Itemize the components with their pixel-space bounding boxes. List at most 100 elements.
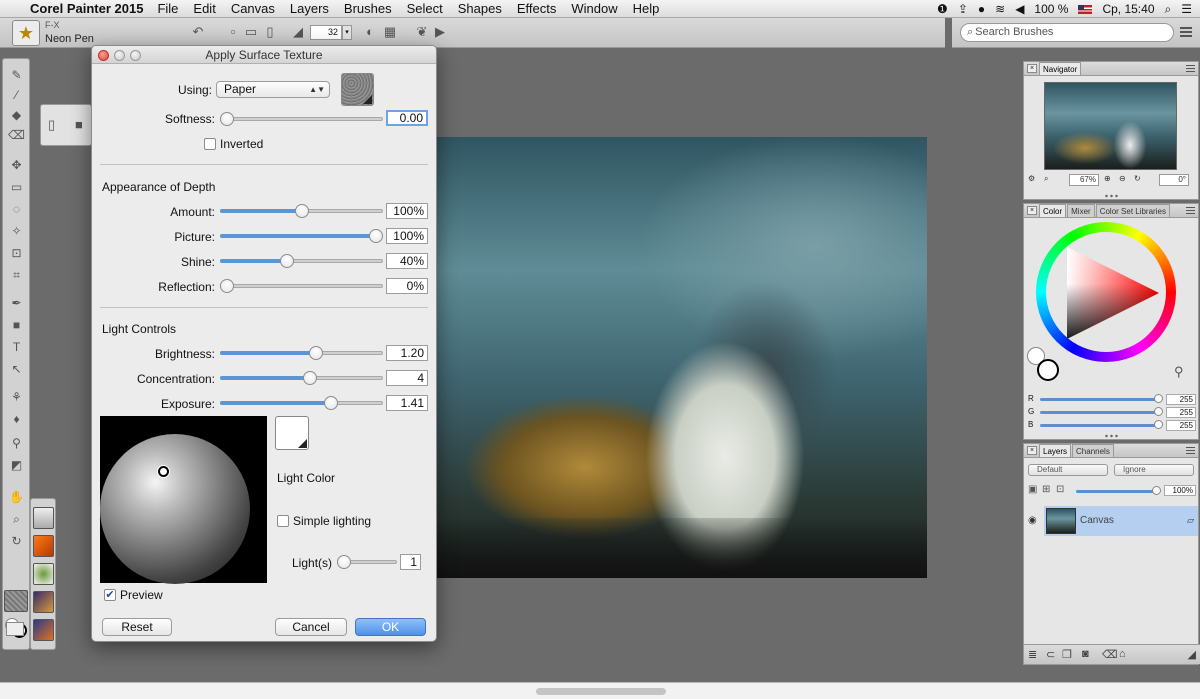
close-window-icon[interactable] xyxy=(98,50,109,61)
opacity-field[interactable]: 100% xyxy=(1164,485,1196,496)
light-preview-sphere-panel[interactable] xyxy=(100,416,267,584)
reflection-value-field[interactable]: 0% xyxy=(386,278,428,294)
ok-button[interactable]: OK xyxy=(355,618,426,636)
grabber-icon[interactable]: ✋ xyxy=(8,489,25,506)
zoom-out-icon[interactable]: ⌕ xyxy=(1044,174,1048,184)
scrollbar-thumb[interactable] xyxy=(536,688,666,695)
panel-menu-icon[interactable] xyxy=(1186,207,1195,214)
brush-size-field[interactable]: 32 xyxy=(310,25,342,40)
pen-icon[interactable]: ✒ xyxy=(8,295,25,312)
close-panel-icon[interactable]: × xyxy=(1027,206,1037,215)
grain-icon[interactable]: ▦ xyxy=(382,24,398,40)
menu-help[interactable]: Help xyxy=(633,1,660,16)
brush-size-icon[interactable]: ◢ xyxy=(290,24,306,40)
zoom-fit-icon[interactable]: ⊖ xyxy=(1119,174,1126,183)
delete-layer-icon[interactable]: ⌫ xyxy=(1102,648,1118,661)
canvas-photo[interactable] xyxy=(435,137,927,578)
menu-canvas[interactable]: Canvas xyxy=(231,1,275,16)
divine-proportion-icon[interactable]: ◩ xyxy=(8,457,25,474)
simple-lighting-checkbox[interactable] xyxy=(277,515,289,527)
save-icon[interactable]: ■ xyxy=(75,117,83,132)
shine-value-field[interactable]: 40% xyxy=(386,253,428,269)
play-icon[interactable]: ▶ xyxy=(432,24,448,40)
lock-layer-icon[interactable]: ▣ xyxy=(1028,484,1037,495)
rotate-icon[interactable]: ↻ xyxy=(1134,174,1141,183)
blue-knob[interactable] xyxy=(1154,420,1163,429)
settings-icon[interactable]: ⚙ xyxy=(1028,174,1035,183)
mirror-icon[interactable]: ⚲ xyxy=(8,435,25,452)
red-track[interactable] xyxy=(1040,398,1158,401)
horizontal-scrollbar[interactable] xyxy=(0,682,1200,699)
dynamic-plugins-icon[interactable]: ⊂ xyxy=(1046,648,1055,661)
brightness-value-field[interactable]: 1.20 xyxy=(386,345,428,361)
menu-select[interactable]: Select xyxy=(407,1,443,16)
spotlight-icon[interactable]: ⌕ xyxy=(1165,2,1172,17)
dab-icon[interactable]: ❦ xyxy=(414,24,430,40)
brush-selector-icon[interactable]: ★ xyxy=(12,20,40,46)
zoom-field[interactable]: 67% xyxy=(1069,174,1099,186)
search-menu-icon[interactable] xyxy=(1180,27,1192,37)
dropper-icon[interactable]: ⁄ xyxy=(8,87,25,104)
slider-knob[interactable] xyxy=(279,254,294,268)
main-color-swatch[interactable] xyxy=(1037,359,1059,381)
light-color-swatch[interactable] xyxy=(275,416,309,450)
exposure-value-field[interactable]: 1.41 xyxy=(386,395,428,411)
screen-mode-icon[interactable] xyxy=(6,622,24,636)
tab-layers[interactable]: Layers xyxy=(1039,444,1072,457)
preserve-select[interactable]: Ignore xyxy=(1114,464,1194,476)
menu-file[interactable]: File xyxy=(157,1,178,16)
amount-slider[interactable] xyxy=(220,204,383,218)
exposure-slider[interactable] xyxy=(220,396,383,410)
green-track[interactable] xyxy=(1040,411,1158,414)
panel-grip[interactable] xyxy=(1104,194,1118,198)
layer-adjuster-icon[interactable]: ✥ xyxy=(8,157,25,174)
menu-window[interactable]: Window xyxy=(571,1,617,16)
rotate-page-icon[interactable]: ↻ xyxy=(8,533,25,550)
cancel-button[interactable]: Cancel xyxy=(275,618,347,636)
brush-tool-icon[interactable]: ✎ xyxy=(8,67,25,84)
magic-wand-icon[interactable]: ✧ xyxy=(8,223,25,240)
clock[interactable]: Ср, 15:40 xyxy=(1102,2,1154,16)
tab-mixer[interactable]: Mixer xyxy=(1067,204,1095,217)
slider-knob[interactable] xyxy=(324,396,339,410)
eraser-icon[interactable]: ⌫ xyxy=(8,127,25,144)
blue-value[interactable]: 255 xyxy=(1166,420,1196,431)
panel-menu-icon[interactable] xyxy=(1186,447,1195,454)
text-tool-icon[interactable]: T xyxy=(8,339,25,356)
menu-list-icon[interactable]: ☰ xyxy=(1181,2,1192,16)
wifi-icon[interactable]: ≋ xyxy=(995,2,1005,16)
pattern-selector[interactable] xyxy=(33,563,54,585)
weave-selector[interactable] xyxy=(33,619,54,641)
green-value[interactable]: 255 xyxy=(1166,407,1196,418)
layer-commands-icon[interactable]: ≣ xyxy=(1028,648,1037,661)
menu-layers[interactable]: Layers xyxy=(290,1,329,16)
number-badge-icon[interactable]: ❶ xyxy=(937,2,948,16)
slider-knob[interactable] xyxy=(294,204,309,218)
lights-slider[interactable] xyxy=(337,555,397,569)
lights-value-field[interactable]: 1 xyxy=(400,554,421,570)
rectangle-shape-icon[interactable]: ■ xyxy=(8,317,25,334)
layer-row-canvas[interactable]: Canvas ▱ xyxy=(1044,506,1198,536)
pick-up-layer-icon[interactable]: ⊞ xyxy=(1042,484,1050,495)
menu-brushes[interactable]: Brushes xyxy=(344,1,392,16)
softness-slider[interactable] xyxy=(220,112,383,126)
blue-track[interactable] xyxy=(1040,424,1158,427)
preview-checkbox[interactable]: ✔ xyxy=(104,589,116,601)
slider-knob[interactable] xyxy=(220,112,234,126)
brightness-slider[interactable] xyxy=(220,346,383,360)
tab-color[interactable]: Color xyxy=(1039,204,1067,217)
close-panel-icon[interactable]: × xyxy=(1027,64,1037,73)
menu-effects[interactable]: Effects xyxy=(517,1,557,16)
red-knob[interactable] xyxy=(1154,394,1163,403)
stroke-mode-2-icon[interactable]: ▭ xyxy=(243,24,259,40)
red-value[interactable]: 255 xyxy=(1166,394,1196,405)
green-knob[interactable] xyxy=(1154,407,1163,416)
slider-knob[interactable] xyxy=(309,346,324,360)
slider-knob[interactable] xyxy=(369,229,383,243)
minimize-window-icon[interactable] xyxy=(114,50,125,61)
lasso-icon[interactable]: ◌ xyxy=(8,201,25,218)
upload-icon[interactable]: ⇪ xyxy=(958,2,968,16)
paint-bucket-icon[interactable]: ◆ xyxy=(8,107,25,124)
texture-thumbnail[interactable] xyxy=(341,73,374,106)
zoom-window-icon[interactable] xyxy=(130,50,141,61)
